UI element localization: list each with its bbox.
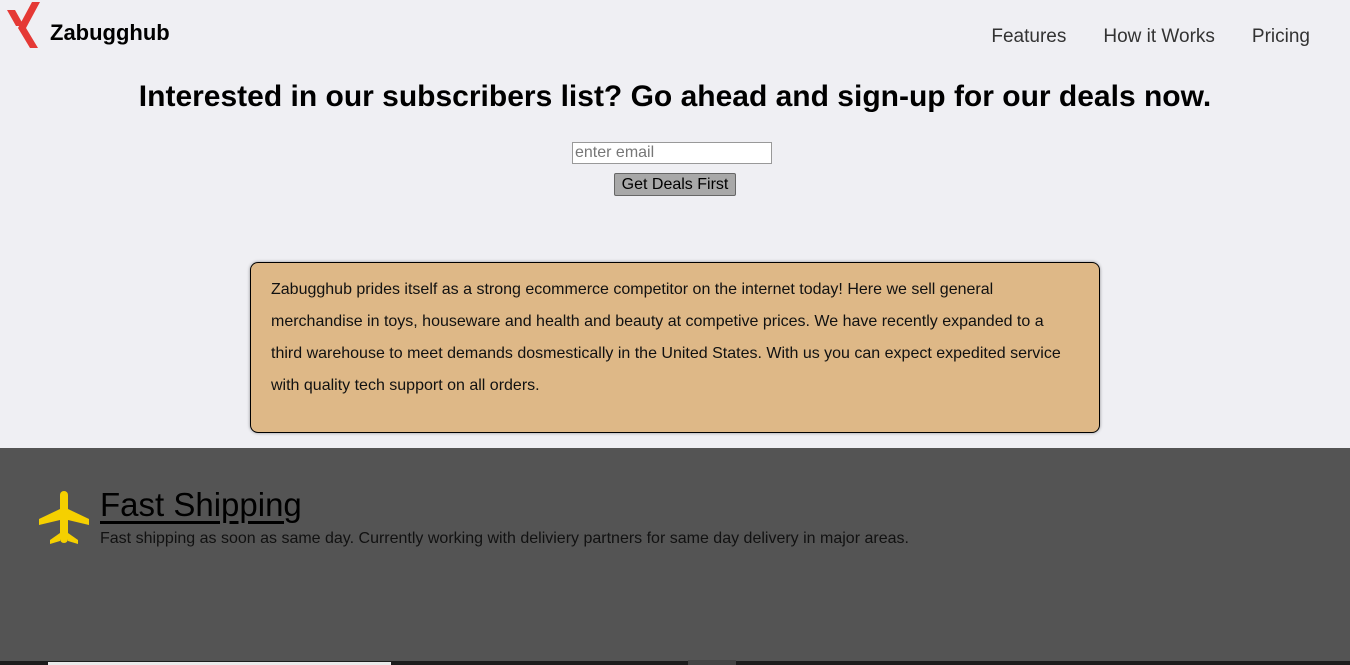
- airplane-icon: [39, 491, 89, 544]
- feature-description: Fast shipping as soon as same day. Curre…: [100, 530, 909, 547]
- nav-features-link[interactable]: Features: [991, 26, 1066, 48]
- nav-pricing-link[interactable]: Pricing: [1252, 26, 1310, 48]
- get-deals-button[interactable]: Get Deals First: [614, 173, 736, 196]
- nav-how-it-works-link[interactable]: How it Works: [1103, 26, 1215, 48]
- bottom-strip-mid: [688, 660, 736, 665]
- features-section: Fast Shipping Fast shipping as soon as s…: [0, 448, 1350, 665]
- about-box: Zabugghub prides itself as a strong ecom…: [250, 262, 1100, 433]
- email-input[interactable]: [572, 142, 772, 164]
- page: Zabugghub Features How it Works Pricing …: [0, 0, 1350, 665]
- main-nav: Features How it Works Pricing: [954, 26, 1310, 48]
- feature-title[interactable]: Fast Shipping: [100, 486, 302, 524]
- x-logo-icon[interactable]: [4, 2, 48, 48]
- about-text: Zabugghub prides itself as a strong ecom…: [271, 281, 1061, 394]
- hero-title: Interested in our subscribers list? Go a…: [138, 80, 1212, 113]
- brand-name[interactable]: Zabugghub: [50, 20, 170, 46]
